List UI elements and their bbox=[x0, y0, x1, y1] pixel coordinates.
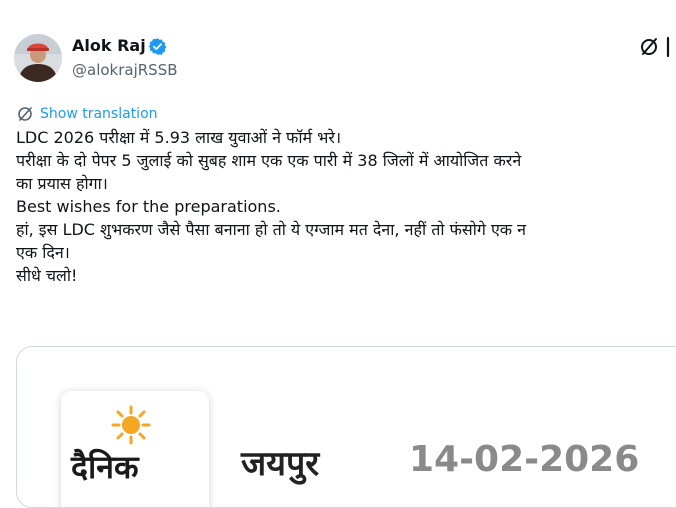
tweet-line: का प्रयास होगा। bbox=[16, 174, 108, 193]
newspaper-logo: दैनिक bbox=[61, 391, 209, 507]
edition-date: 14-02-2026 bbox=[409, 439, 640, 480]
edition-name: जयपुर bbox=[241, 444, 320, 484]
tweet-line: हां, इस LDC शुभकरण जैसे पैसा बनाना हो तो… bbox=[16, 220, 527, 239]
verified-badge-icon[interactable] bbox=[148, 37, 167, 56]
author-handle[interactable]: @alokrajRSSB bbox=[72, 60, 178, 80]
translate-icon bbox=[18, 107, 32, 121]
avatar[interactable] bbox=[14, 34, 62, 82]
tweet-line: सीधे चलो! bbox=[16, 266, 78, 285]
logo-text: दैनिक bbox=[71, 448, 139, 486]
profile-photo bbox=[14, 34, 62, 82]
show-translation-link[interactable]: Show translation bbox=[16, 104, 158, 124]
sun-icon bbox=[111, 405, 151, 445]
more-icon[interactable] bbox=[666, 34, 676, 60]
media-card[interactable]: दैनिक जयपुर 14-02-2026 bbox=[16, 346, 676, 508]
tweet-line: एक दिन। bbox=[16, 243, 70, 262]
show-translation-label: Show translation bbox=[40, 106, 158, 122]
tweet-text: LDC 2026 परीक्षा में 5.93 लाख युवाओं ने … bbox=[16, 126, 676, 287]
tweet-line: Best wishes for the preparations. bbox=[16, 197, 281, 216]
tweet-line: LDC 2026 परीक्षा में 5.93 लाख युवाओं ने … bbox=[16, 128, 342, 147]
grok-icon[interactable] bbox=[637, 35, 661, 59]
tweet-line: परीक्षा के दो पेपर 5 जुलाई को सुबह शाम ए… bbox=[16, 151, 522, 170]
author-name[interactable]: Alok Raj bbox=[72, 36, 146, 56]
